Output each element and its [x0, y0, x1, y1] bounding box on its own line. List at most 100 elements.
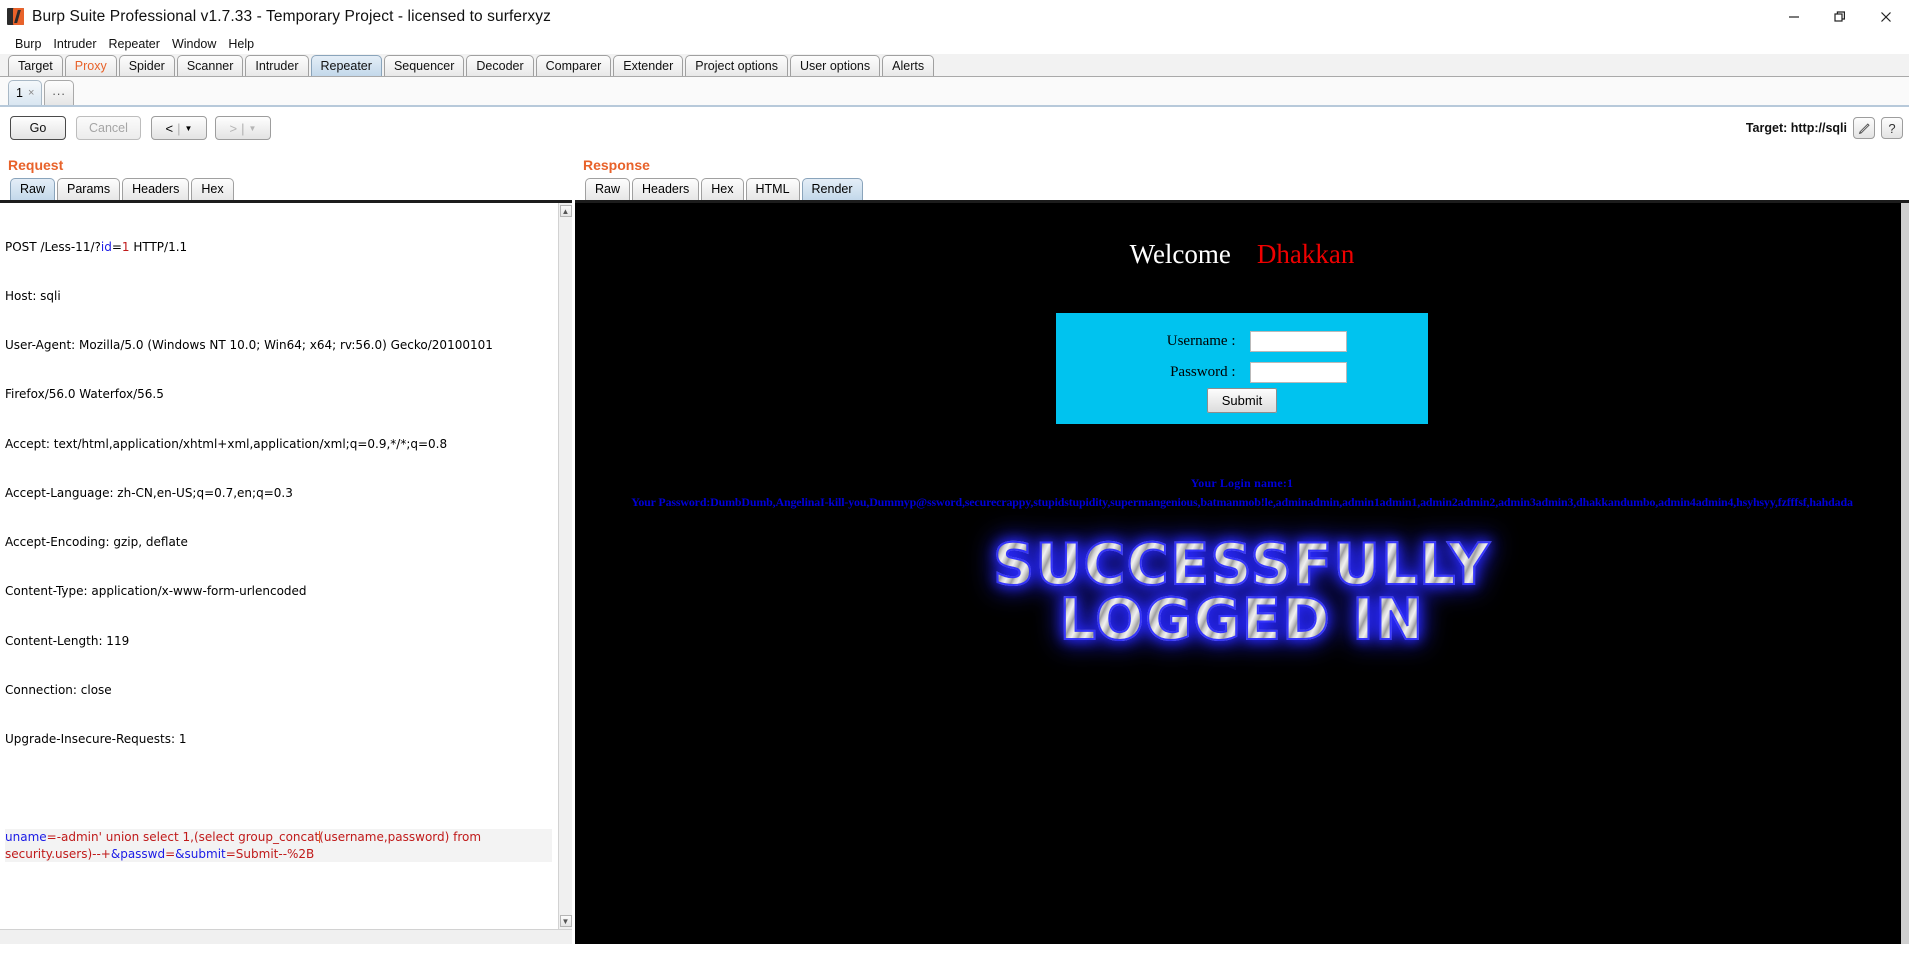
welcome-username: Dhakkan	[1256, 239, 1355, 269]
tab-project-options[interactable]: Project options	[685, 55, 788, 76]
success-line-2: LOGGED IN	[1059, 586, 1425, 653]
tab-decoder[interactable]: Decoder	[466, 55, 534, 76]
cancel-button[interactable]: Cancel	[76, 116, 141, 140]
help-button[interactable]: ?	[1881, 117, 1903, 139]
repeater-tab-strip: 1 × ...	[0, 77, 1909, 107]
menu-item-help[interactable]: Help	[222, 36, 260, 52]
response-tab-headers[interactable]: Headers	[632, 178, 700, 200]
menu-item-repeater[interactable]: Repeater	[103, 36, 166, 52]
maximize-icon[interactable]	[1817, 0, 1863, 33]
request-tab-headers[interactable]: Headers	[122, 178, 190, 200]
submit-button[interactable]: Submit	[1206, 388, 1278, 413]
password-row: Password :	[1056, 362, 1428, 383]
tab-scanner[interactable]: Scanner	[176, 55, 244, 76]
tab-comparer[interactable]: Comparer	[535, 55, 612, 76]
window-title: Burp Suite Professional v1.7.33 - Tempor…	[32, 7, 551, 25]
title-bar: Burp Suite Professional v1.7.33 - Tempor…	[0, 0, 1909, 33]
request-raw-text[interactable]: POST /Less-11/?id=1 HTTP/1.1 Host: sqli …	[1, 203, 558, 929]
chevron-left-icon: <	[165, 120, 174, 136]
chevron-down-icon: ▼	[248, 123, 257, 133]
response-tab-strip: Raw Headers Hex HTML Render	[575, 178, 1909, 203]
response-tab-render[interactable]: Render	[801, 178, 863, 200]
welcome-word: Welcome	[1129, 239, 1231, 269]
request-header: Accept: text/html,application/xhtml+xml,…	[5, 436, 448, 451]
request-tab-raw[interactable]: Raw	[10, 178, 56, 200]
close-icon[interactable]	[1863, 0, 1909, 33]
request-line: POST /Less-11/?id=1 HTTP/1.1	[5, 239, 552, 255]
request-param-name: id	[100, 239, 112, 254]
repeater-tab-1[interactable]: 1 ×	[8, 80, 43, 105]
password-label: Password :	[1170, 364, 1236, 380]
main-tab-strip: Target Proxy Spider Scanner Intruder Rep…	[0, 54, 1909, 77]
tab-target[interactable]: Target	[8, 55, 63, 76]
request-header: Accept-Encoding: gzip, deflate	[5, 535, 188, 550]
request-header: Accept-Language: zh-CN,en-US;q=0.7,en;q=…	[5, 485, 293, 500]
menu-item-intruder[interactable]: Intruder	[47, 36, 102, 52]
request-param-value: 1	[121, 239, 130, 254]
menu-bar: Burp Intruder Repeater Window Help	[0, 33, 1909, 54]
menu-item-window[interactable]: Window	[166, 36, 222, 52]
response-tab-hex[interactable]: Hex	[701, 178, 744, 200]
username-label: Username :	[1166, 333, 1236, 349]
body-value-passwd: =	[165, 846, 176, 861]
request-pane: Request Raw Params Headers Hex POST /Les…	[0, 149, 572, 944]
close-icon[interactable]: ×	[28, 87, 34, 99]
request-blank-line	[5, 780, 552, 796]
password-input[interactable]	[1249, 362, 1347, 383]
tab-user-options[interactable]: User options	[789, 55, 881, 76]
forward-button[interactable]: > | ▼	[214, 116, 271, 140]
body-value-part-a: =-admin' union select 1,(select group_co…	[46, 830, 320, 845]
success-banner: SUCCESSFULLY LOGGED IN	[575, 536, 1909, 653]
tab-intruder[interactable]: Intruder	[245, 55, 309, 76]
body-param-uname: uname	[5, 830, 47, 845]
target-area: Target: http://sqli ?	[1746, 107, 1903, 149]
tab-spider[interactable]: Spider	[118, 55, 175, 76]
tab-proxy[interactable]: Proxy	[64, 55, 117, 76]
scroll-down-icon[interactable]: ▼	[559, 915, 572, 927]
minimize-icon[interactable]	[1771, 0, 1817, 33]
tab-alerts[interactable]: Alerts	[882, 55, 935, 76]
body-param-passwd: &passwd	[110, 846, 166, 861]
pencil-icon[interactable]	[1853, 117, 1875, 139]
request-http-version: HTTP/1.1	[129, 239, 188, 254]
repeater-tab-1-label: 1	[16, 86, 23, 100]
menu-item-burp[interactable]: Burp	[9, 36, 47, 52]
request-header: Content-Type: application/x-www-form-url…	[5, 584, 307, 599]
request-header: User-Agent: Mozilla/5.0 (Windows NT 10.0…	[5, 338, 493, 353]
repeater-toolbar: Go Cancel < | ▼ > | ▼ Target: http://sql…	[0, 107, 1909, 149]
repeater-tab-new[interactable]: ...	[44, 80, 74, 105]
request-header: Firefox/56.0 Waterfox/56.5	[5, 387, 164, 402]
body-value-submit: =Submit--%2B	[225, 846, 315, 861]
response-tab-html[interactable]: HTML	[745, 178, 800, 200]
request-heading: Request	[8, 157, 64, 173]
render-vertical-scrollbar[interactable]	[1901, 203, 1909, 944]
response-tab-raw[interactable]: Raw	[585, 178, 631, 200]
username-row: Username :	[1056, 331, 1428, 352]
request-horizontal-scrollbar[interactable]	[0, 929, 572, 944]
rendered-page: Welcome Dhakkan Username : Password : Sub…	[575, 203, 1909, 944]
request-vertical-scrollbar[interactable]: ▲ ▼	[558, 203, 572, 929]
welcome-heading: Welcome Dhakkan	[575, 203, 1909, 270]
username-input[interactable]	[1249, 331, 1347, 352]
chevron-down-icon: ▼	[184, 123, 193, 133]
back-button[interactable]: < | ▼	[150, 116, 207, 140]
tab-repeater[interactable]: Repeater	[310, 55, 382, 76]
tab-sequencer[interactable]: Sequencer	[383, 55, 465, 76]
button-separator: |	[177, 120, 181, 136]
request-tab-hex[interactable]: Hex	[191, 178, 234, 200]
response-pane: Response Raw Headers Hex HTML Render Wel…	[575, 149, 1909, 944]
tab-extender[interactable]: Extender	[613, 55, 684, 76]
request-header: Host: sqli	[5, 289, 61, 304]
request-tab-strip: Raw Params Headers Hex	[0, 178, 572, 203]
login-form: Username : Password : Submit	[1056, 313, 1428, 424]
scroll-up-icon[interactable]: ▲	[559, 205, 572, 217]
request-editor[interactable]: POST /Less-11/?id=1 HTTP/1.1 Host: sqli …	[0, 203, 572, 929]
target-label: Target: http://sqli	[1745, 121, 1847, 135]
editor-panes: Request Raw Params Headers Hex POST /Les…	[0, 149, 1909, 944]
request-param-equals: =	[111, 239, 122, 254]
request-tab-params[interactable]: Params	[57, 178, 121, 200]
request-body-payload[interactable]: uname=-admin' union select 1,(select gro…	[5, 829, 552, 863]
response-heading: Response	[583, 157, 650, 173]
go-button[interactable]: Go	[10, 116, 66, 140]
chevron-right-icon: >	[229, 120, 238, 136]
